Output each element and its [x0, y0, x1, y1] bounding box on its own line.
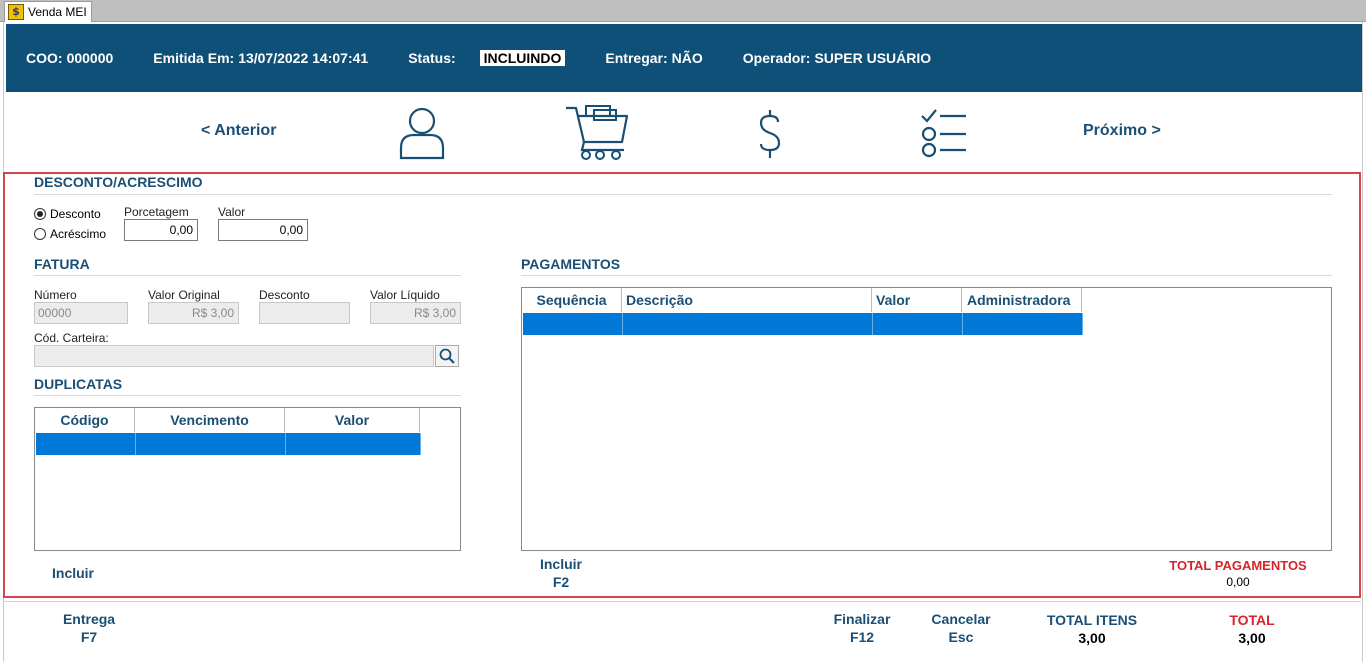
carteira-label: Cód. Carteira:: [34, 331, 109, 345]
total-itens-label: TOTAL ITENS: [1046, 612, 1138, 628]
pagamentos-incluir-label: Incluir: [539, 556, 582, 572]
desconto-section-title: DESCONTO/ACRESCIMO: [34, 174, 203, 190]
total-value: 3,00: [1238, 630, 1266, 646]
duplicatas-divider: [34, 395, 461, 396]
duplicatas-grid-header: Código Vencimento Valor: [35, 408, 420, 432]
cancelar-key: Esc: [948, 629, 974, 645]
valor-desconto-label: Valor: [218, 205, 246, 219]
col-administradora[interactable]: Administradora: [962, 288, 1082, 312]
search-icon: [439, 348, 455, 364]
pagamentos-section-title: PAGAMENTOS: [521, 256, 621, 272]
duplicatas-incluir-button[interactable]: Incluir: [52, 564, 94, 582]
dollar-icon[interactable]: [756, 108, 784, 160]
desconto-divider: [34, 194, 1332, 195]
acrescimo-radio[interactable]: Acréscimo: [34, 227, 106, 241]
porcentagem-label: Porcetagem: [124, 205, 189, 219]
valor-liquido-label: Valor Líquido: [370, 288, 440, 302]
footer-divider: [3, 601, 1361, 602]
acrescimo-radio-label: Acréscimo: [50, 227, 107, 241]
entrega-label: Entrega: [62, 611, 116, 627]
duplicatas-grid[interactable]: Código Vencimento Valor: [34, 407, 461, 551]
window-tab-title: Venda MEI: [28, 5, 87, 19]
finalizar-label: Finalizar: [833, 611, 891, 627]
sale-header: COO: 000000 Emitida Em: 13/07/2022 14:07:4…: [6, 24, 1362, 92]
operador-value: SUPER USUÁRIO: [814, 50, 932, 66]
fatura-divider: [34, 275, 461, 276]
radio-checked-icon: [34, 208, 46, 220]
pagamentos-divider: [521, 275, 1332, 276]
finalizar-key: F12: [849, 629, 875, 645]
table-row[interactable]: [523, 313, 1083, 335]
window-tab[interactable]: $ Venda MEI: [4, 1, 92, 22]
payment-content-panel: DESCONTO/ACRESCIMO Desconto Acréscimo Po…: [3, 172, 1361, 598]
valor-original-field: R$ 3,00: [148, 302, 239, 324]
pagamentos-incluir-button[interactable]: Incluir F2: [533, 555, 589, 591]
carteira-input[interactable]: [34, 345, 434, 367]
radio-unchecked-icon: [34, 228, 46, 240]
total-label: TOTAL: [1229, 612, 1275, 628]
cart-icon[interactable]: [564, 102, 630, 162]
next-button[interactable]: Próximo >: [1083, 122, 1161, 140]
numero-field: 00000: [34, 302, 128, 324]
table-row[interactable]: [36, 433, 421, 455]
pagamentos-grid-header: Sequência Descrição Valor Administradora: [522, 288, 1082, 312]
coo-label: COO:: [26, 50, 63, 66]
app-logo-icon: $: [8, 4, 24, 20]
entregar-label: Entregar:: [605, 50, 668, 66]
fatura-desconto-field: [259, 302, 350, 324]
status-label: Status:: [408, 50, 456, 66]
entrega-key: F7: [80, 629, 98, 645]
checklist-icon[interactable]: [920, 108, 968, 158]
desconto-radio-label: Desconto: [50, 207, 101, 221]
emitida-label: Emitida Em:: [153, 50, 235, 66]
status-badge: INCLUINDO: [479, 50, 566, 66]
window-tab-bar: $ Venda MEI: [0, 0, 1366, 22]
entrega-button[interactable]: Entrega F7: [58, 610, 120, 646]
col-descricao[interactable]: Descrição: [622, 288, 872, 312]
cancelar-button[interactable]: Cancelar Esc: [926, 610, 996, 646]
col-codigo[interactable]: Código: [35, 408, 135, 432]
valor-liquido-field: R$ 3,00: [370, 302, 461, 324]
numero-label: Número: [34, 288, 77, 302]
desconto-radio[interactable]: Desconto: [34, 207, 101, 221]
duplicatas-section-title: DUPLICATAS: [34, 376, 123, 392]
coo-value: 000000: [66, 50, 114, 66]
operador-label: Operador:: [742, 50, 811, 66]
total-pagamentos-value: 0,00: [1226, 575, 1250, 589]
pagamentos-incluir-key: F2: [552, 574, 570, 590]
emitida-value: 13/07/2022 14:07:41: [238, 50, 369, 66]
fatura-section-title: FATURA: [34, 256, 90, 272]
col-sequencia[interactable]: Sequência: [522, 288, 622, 312]
fatura-desconto-label: Desconto: [259, 288, 310, 302]
porcentagem-input[interactable]: 0,00: [124, 219, 198, 241]
entregar-value: NÃO: [671, 50, 703, 66]
col-valor[interactable]: Valor: [285, 408, 420, 432]
col-vencimento[interactable]: Vencimento: [135, 408, 285, 432]
valor-desconto-input[interactable]: 0,00: [218, 219, 308, 241]
user-icon[interactable]: [398, 104, 446, 160]
total-pagamentos-label: TOTAL PAGAMENTOS: [1169, 558, 1307, 573]
total-itens-value: 3,00: [1078, 630, 1106, 646]
cancelar-label: Cancelar: [931, 611, 991, 627]
previous-button[interactable]: < Anterior: [201, 122, 276, 140]
carteira-search-button[interactable]: [435, 345, 459, 367]
valor-original-label: Valor Original: [148, 288, 220, 302]
col-valor[interactable]: Valor: [872, 288, 962, 312]
finalizar-button[interactable]: Finalizar F12: [828, 610, 896, 646]
pagamentos-grid[interactable]: Sequência Descrição Valor Administradora: [521, 287, 1332, 551]
